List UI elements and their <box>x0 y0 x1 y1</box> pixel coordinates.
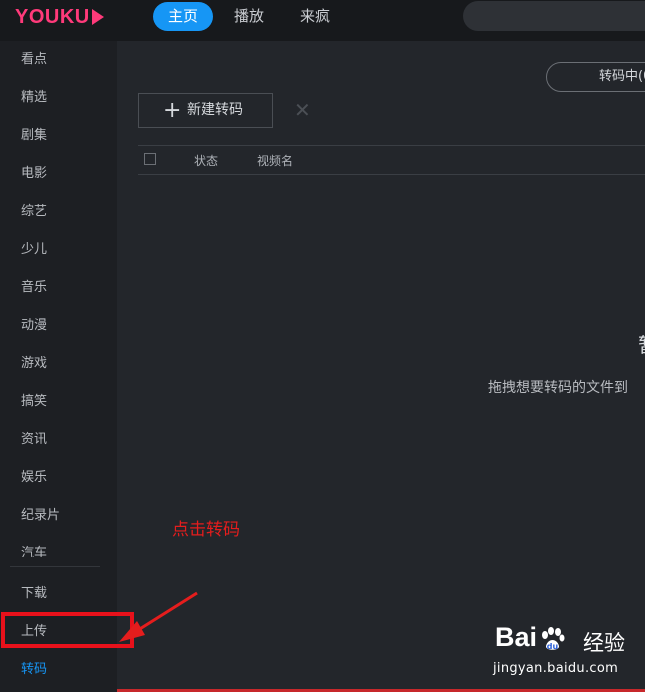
sidebar-item-zixun[interactable]: 资讯 <box>0 421 117 459</box>
sidebar: 看点 精选 剧集 电影 综艺 少儿 音乐 动漫 游戏 搞笑 资讯 娱乐 纪录片 … <box>0 41 117 692</box>
sidebar-item-dongman[interactable]: 动漫 <box>0 307 117 345</box>
sidebar-item-yinyue[interactable]: 音乐 <box>0 269 117 307</box>
select-all-checkbox[interactable] <box>144 153 156 165</box>
sidebar-item-zongyi[interactable]: 综艺 <box>0 193 117 231</box>
sidebar-item-kandian[interactable]: 看点 <box>0 41 117 79</box>
empty-state-title: 暂 <box>638 333 645 357</box>
sidebar-item-qiche[interactable]: 汽车 <box>0 535 117 557</box>
sidebar-item-youxi[interactable]: 游戏 <box>0 345 117 383</box>
logo-play-icon <box>91 9 104 25</box>
tab-play[interactable]: 播放 <box>224 2 274 31</box>
logo-text-ku: KU <box>59 5 90 28</box>
new-transcode-button[interactable]: + 新建转码 <box>138 93 273 128</box>
sidebar-item-transcode[interactable]: 转码 <box>0 651 117 689</box>
tab-home[interactable]: 主页 <box>153 2 213 31</box>
sidebar-item-juji[interactable]: 剧集 <box>0 117 117 155</box>
annotation-label: 点击转码 <box>172 520 240 540</box>
sidebar-item-yule[interactable]: 娱乐 <box>0 459 117 497</box>
new-transcode-label: 新建转码 <box>187 102 243 118</box>
search-input[interactable] <box>463 1 645 31</box>
sidebar-divider <box>10 566 100 567</box>
tab-laifeng[interactable]: 来疯 <box>290 2 340 31</box>
sidebar-item-jingxuan[interactable]: 精选 <box>0 79 117 117</box>
sidebar-item-download[interactable]: 下载 <box>0 575 117 613</box>
empty-state-hint: 拖拽想要转码的文件到 <box>488 380 628 396</box>
table-header-border <box>138 174 645 175</box>
plus-icon: + <box>163 98 182 123</box>
sidebar-item-dianying[interactable]: 电影 <box>0 155 117 193</box>
table-top-border <box>138 145 645 146</box>
sidebar-item-shaoer[interactable]: 少儿 <box>0 231 117 269</box>
sidebar-item-jilupian[interactable]: 纪录片 <box>0 497 117 535</box>
transcoding-status-tab[interactable]: 转码中(0 <box>546 62 645 92</box>
baidu-watermark: Bai du <box>495 622 567 652</box>
watermark-text: Bai <box>495 622 538 652</box>
annotation-arrow-icon <box>119 591 198 642</box>
watermark-url: jingyan.baidu.com <box>493 661 619 676</box>
svg-text:du: du <box>547 642 559 651</box>
sidebar-item-gaoxiao[interactable]: 搞笑 <box>0 383 117 421</box>
delete-icon[interactable]: ✕ <box>294 100 311 120</box>
column-header-name: 视频名 <box>257 154 294 168</box>
logo-text-you: YOU <box>15 5 60 28</box>
column-header-status: 状态 <box>194 154 219 168</box>
top-bar: YOU KU 主页 播放 来疯 <box>0 0 645 41</box>
youku-logo[interactable]: YOU KU <box>15 5 104 29</box>
paw-icon: du <box>542 626 565 651</box>
watermark-jingyan: 经验 <box>583 631 625 655</box>
